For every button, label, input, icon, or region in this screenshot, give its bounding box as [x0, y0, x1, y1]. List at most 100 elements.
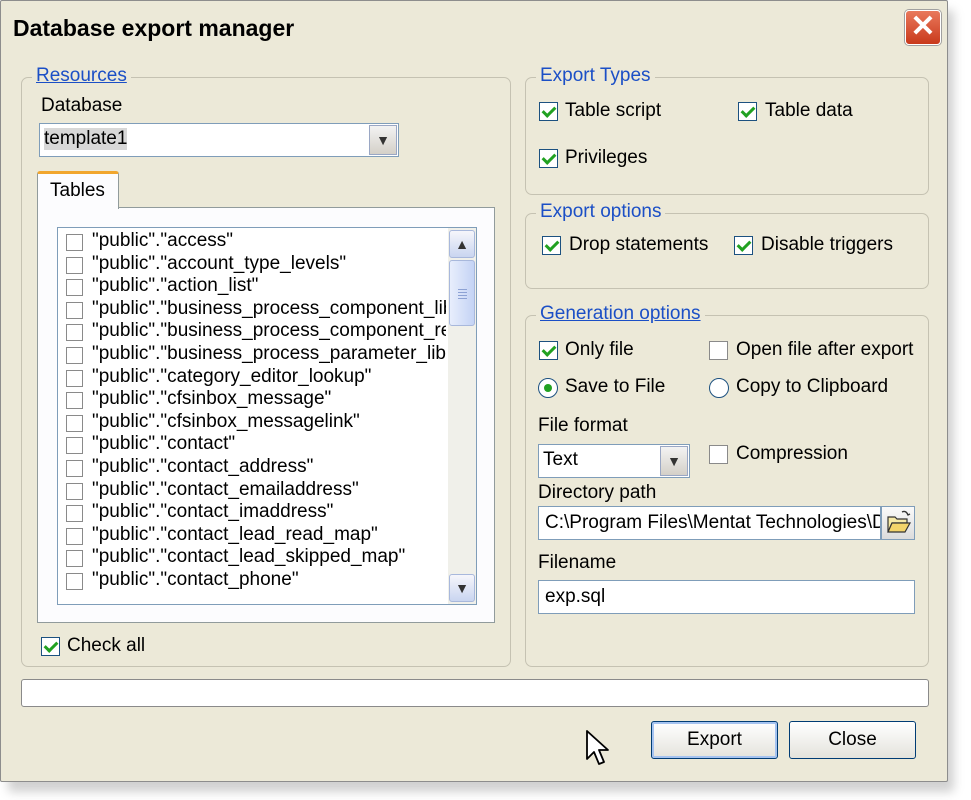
export-button[interactable]: Export [651, 721, 778, 759]
database-select-value: template1 [44, 128, 128, 150]
table-item-checkbox[interactable] [66, 460, 83, 477]
folder-open-icon [887, 510, 912, 533]
table-list-item[interactable]: "public"."cfsinbox_message" [66, 390, 446, 412]
table-list-item[interactable]: "public"."business_process_parameter_lib… [66, 345, 446, 367]
table-item-checkbox[interactable] [66, 369, 83, 387]
table-list-item[interactable]: "public"."category_editor_lookup" [66, 368, 446, 390]
table-list-item[interactable]: "public"."account_type_levels" [66, 255, 446, 277]
table-list-item[interactable]: "public"."business_process_component_re [66, 322, 446, 344]
table-item-name: "public"."contact_emailaddress" [92, 480, 359, 500]
table-list-item[interactable]: "public"."cfsinbox_messagelink" [66, 413, 446, 435]
file-format-select[interactable]: Text ▼ [538, 444, 690, 478]
table-list-item[interactable]: "public"."contact_lead_read_map" [66, 526, 446, 548]
table-item-checkbox[interactable] [66, 279, 83, 297]
save-to-file-radio[interactable] [538, 378, 558, 398]
table-list-item[interactable]: "public"."contact" [66, 435, 446, 457]
table-item-checkbox[interactable] [66, 550, 83, 568]
table-item-checkbox[interactable] [66, 414, 83, 432]
only-file-label[interactable]: Only file [565, 339, 634, 361]
file-format-label: File format [538, 415, 628, 436]
scrollbar-thumb[interactable] [449, 260, 475, 326]
table-item-checkbox[interactable] [66, 392, 83, 410]
tables-list[interactable]: "public"."access" "public"."account_type_… [57, 227, 477, 605]
compression-checkbox[interactable] [709, 445, 728, 464]
table-item-checkbox[interactable] [66, 505, 83, 523]
compression-label[interactable]: Compression [736, 443, 848, 465]
file-format-dropdown-button[interactable]: ▼ [660, 446, 688, 476]
filename-input[interactable]: exp.sql [538, 580, 915, 614]
table-script-checkbox[interactable] [539, 102, 558, 121]
check-all-checkbox[interactable] [41, 637, 60, 656]
table-item-checkbox[interactable] [66, 301, 83, 319]
table-item-checkbox[interactable] [66, 573, 83, 590]
open-file-after-export-checkbox[interactable] [709, 341, 728, 360]
table-list-item[interactable]: "public"."contact_phone" [66, 571, 446, 593]
save-to-file-label[interactable]: Save to File [565, 376, 665, 398]
table-item-name: "public"."contact_phone" [92, 571, 299, 590]
table-list-item[interactable]: "public"."action_list" [66, 277, 446, 299]
browse-folder-button[interactable] [881, 506, 915, 540]
table-item-checkbox[interactable] [66, 527, 83, 545]
table-item-name: "public"."cfsinbox_message" [92, 390, 332, 410]
close-icon: ✕ [910, 10, 936, 43]
open-file-after-export-label[interactable]: Open file after export [736, 339, 913, 361]
copy-to-clipboard-radio[interactable] [709, 378, 729, 398]
table-list-item[interactable]: "public"."contact_address" [66, 458, 446, 480]
chevron-down-icon: ▼ [376, 132, 390, 148]
database-dropdown-button[interactable]: ▼ [369, 125, 397, 155]
table-script-label[interactable]: Table script [565, 100, 661, 122]
table-list-item[interactable]: "public"."contact_imaddress" [66, 503, 446, 525]
filename-label: Filename [538, 552, 617, 573]
table-item-checkbox[interactable] [66, 482, 83, 500]
file-format-value: Text [543, 449, 578, 470]
title-bar[interactable]: Database export manager ✕ [1, 1, 947, 57]
disable-triggers-checkbox[interactable] [734, 236, 753, 255]
table-list-item[interactable]: "public"."contact_emailaddress" [66, 481, 446, 503]
check-all-label[interactable]: Check all [67, 635, 145, 657]
export-options-legend: Export options [536, 201, 666, 223]
only-file-checkbox[interactable] [539, 341, 558, 360]
table-item-checkbox[interactable] [66, 324, 83, 342]
tab-tables-label: Tables [50, 180, 105, 201]
drop-statements-checkbox[interactable] [542, 236, 561, 255]
table-item-name: "public"."contact_lead_skipped_map" [92, 548, 406, 568]
scroll-up-arrow-icon[interactable]: ▲ [449, 230, 475, 258]
tab-tables[interactable]: Tables [37, 171, 119, 209]
table-item-name: "public"."business_process_parameter_lib… [92, 345, 446, 364]
table-data-label[interactable]: Table data [765, 100, 853, 122]
directory-path-label: Directory path [538, 482, 657, 503]
tables-scrollbar[interactable]: ▲ ▼ [448, 228, 476, 604]
table-item-checkbox[interactable] [66, 437, 83, 455]
privileges-label[interactable]: Privileges [565, 147, 647, 169]
directory-path-input[interactable]: C:\Program Files\Mentat Technologies\D [538, 506, 881, 540]
directory-path-value: C:\Program Files\Mentat Technologies\D [545, 512, 881, 533]
database-select[interactable]: template1 ▼ [39, 123, 399, 157]
copy-to-clipboard-label[interactable]: Copy to Clipboard [736, 376, 888, 398]
table-item-checkbox[interactable] [66, 347, 83, 364]
table-item-name: "public"."cfsinbox_messagelink" [92, 412, 360, 432]
table-item-name: "public"."contact_address" [92, 458, 314, 477]
database-label: Database [41, 95, 123, 116]
scroll-down-arrow-icon[interactable]: ▼ [449, 574, 475, 602]
table-list-item[interactable]: "public"."contact_lead_skipped_map" [66, 548, 446, 570]
generation-options-legend: Generation options [536, 303, 705, 325]
table-list-item[interactable]: "public"."access" [66, 232, 446, 254]
resources-legend: Resources [32, 65, 131, 87]
table-item-checkbox[interactable] [66, 256, 83, 274]
table-item-checkbox[interactable] [66, 234, 83, 251]
table-list-item[interactable]: "public"."business_process_component_lib [66, 300, 446, 322]
mouse-pointer-icon [586, 730, 609, 765]
window-title: Database export manager [13, 15, 295, 41]
table-item-name: "public"."action_list" [92, 277, 259, 297]
table-data-checkbox[interactable] [738, 102, 757, 121]
privileges-checkbox[interactable] [539, 149, 558, 168]
close-button[interactable]: Close [789, 721, 916, 759]
disable-triggers-label[interactable]: Disable triggers [761, 234, 893, 256]
table-item-name: "public"."business_process_component_re [92, 322, 446, 342]
close-window-button[interactable]: ✕ [905, 10, 941, 45]
drop-statements-label[interactable]: Drop statements [569, 234, 708, 256]
table-item-name: "public"."account_type_levels" [92, 254, 347, 274]
table-item-name: "public"."business_process_component_lib [92, 299, 446, 319]
table-item-name: "public"."contact_lead_read_map" [92, 525, 378, 545]
table-item-name: "public"."contact_imaddress" [92, 503, 334, 523]
